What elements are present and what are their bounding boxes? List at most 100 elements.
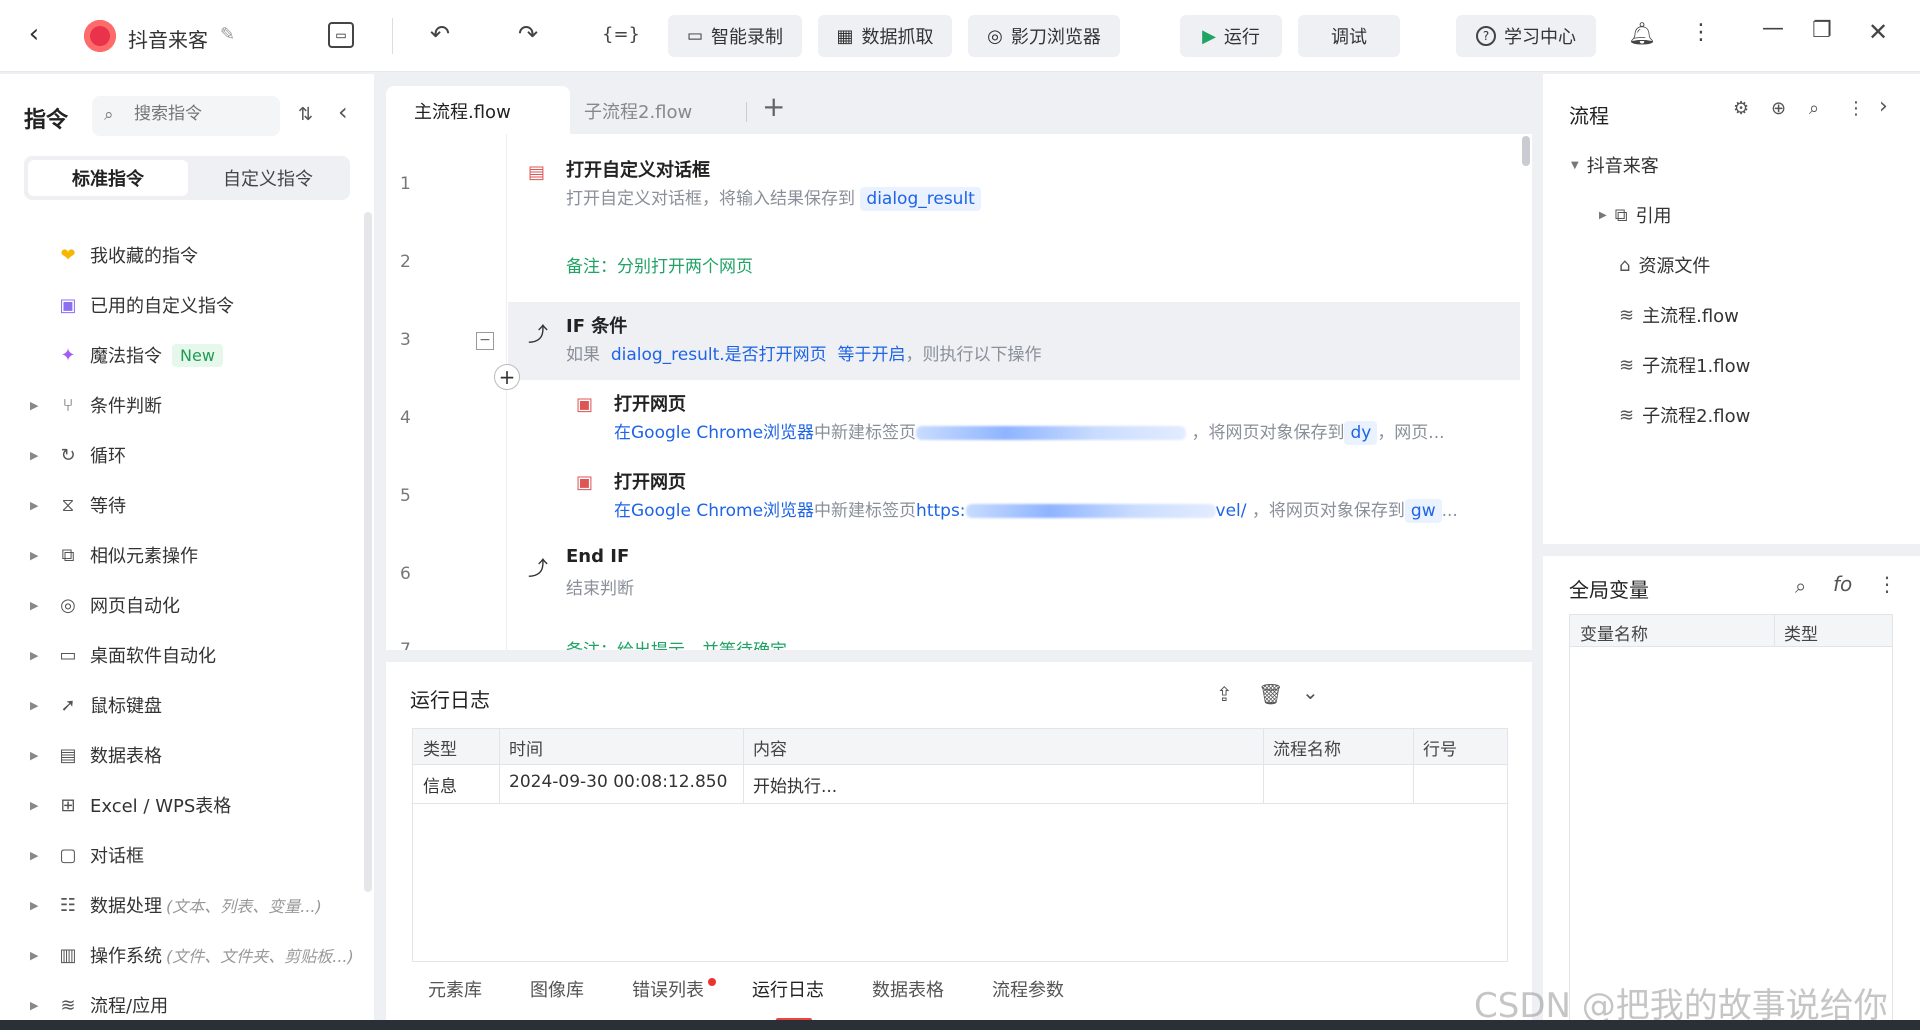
category-label: 等待 [90,496,126,517]
add-module-icon[interactable]: ⊕ [1771,98,1786,119]
search-box[interactable]: ⌕ [92,96,280,136]
monitor-icon: ▭ [59,644,77,666]
browser-button[interactable]: ◎ 影刀浏览器 [968,15,1120,57]
chevron-down-icon[interactable]: ⌄ [1302,680,1319,704]
command-category[interactable]: ▶ ⑂ 条件判断 [30,385,162,425]
record-button[interactable]: ▭ 智能录制 [668,15,802,57]
app-title: 抖音来客 [128,28,208,52]
minimize-icon[interactable]: — [1762,16,1784,41]
tree-item-main-flow[interactable]: ≋ 主流程.flow [1619,302,1739,328]
more-icon[interactable]: ⋮ [1847,98,1865,119]
command-category[interactable]: ▶ ⊞ Excel / WPS表格 [30,785,231,825]
log-row[interactable]: 信息 2024-09-30 00:08:12.850 开始执行... [413,766,1507,804]
search-input[interactable] [134,104,264,124]
back-icon[interactable]: ‹ [22,19,46,49]
command-category[interactable]: ▶ ▭ 桌面软件自动化 [30,635,216,675]
globals-col-divider [1774,615,1775,647]
tab-custom[interactable]: 自定义指令 [190,160,346,196]
collapse-icon[interactable]: ‹ [338,98,348,126]
command-category[interactable]: ▶ ◎ 网页自动化 [30,585,180,625]
add-tab-icon[interactable]: + [762,90,785,123]
trash-icon[interactable]: 🗑︎ [1258,682,1283,706]
command-category[interactable]: ▶ ▤ 数据表格 [30,735,162,775]
close-icon[interactable]: ✕ [1868,18,1888,46]
tab-standard[interactable]: 标准指令 [28,160,188,196]
command-category[interactable]: ▶ ▢ 对话框 [30,835,144,875]
function-icon[interactable]: fo [1833,572,1852,596]
redo-icon[interactable]: ↷ [518,20,538,48]
log-col-header[interactable]: 行号 [1423,735,1457,760]
command-category[interactable]: ▶ ⧖ 等待 [30,485,126,525]
more-icon[interactable]: ⋮ [1877,572,1897,596]
command-category[interactable]: ▶ ≋ 流程/应用 [30,985,168,1025]
bottom-tab[interactable]: 数据表格 [872,976,944,1002]
folder-icon: ⌂ [1619,254,1631,276]
step3-title[interactable]: IF 条件 [566,312,627,338]
command-category[interactable]: ✦ 魔法指令 New [30,335,223,375]
tree-item-subflow1[interactable]: ≋ 子流程1.flow [1619,352,1750,378]
tree-item-references[interactable]: ▶ ⧉ 引用 [1599,202,1672,228]
command-category[interactable]: ▶ ↻ 循环 [30,435,126,475]
step1-title[interactable]: 打开自定义对话框 [566,156,710,182]
step4-desc: 在Google Chrome浏览器中新建标签页 ，将网页对象保存到 dy ，网页..… [614,421,1445,445]
scrape-button[interactable]: ▦ 数据抓取 [818,15,952,57]
cursor-icon: ➚ [60,694,76,716]
command-category[interactable]: ▶ ➚ 鼠标键盘 [30,685,162,725]
var-dialog-result[interactable]: dialog_result [860,187,981,211]
edit-icon[interactable]: ✎ [220,24,235,45]
more-icon[interactable]: ⋮ [1690,20,1712,45]
globals-col-name[interactable]: 变量名称 [1580,620,1648,645]
command-category[interactable]: ▶ ▥ 操作系统 (文件、文件夹、剪贴板...) [30,935,354,975]
run-button[interactable]: ▶ 运行 [1180,15,1282,57]
search-icon[interactable]: ⌕ [1795,574,1806,598]
command-category[interactable]: ▣ 已用的自定义指令 [30,285,234,325]
learn-button[interactable]: ? 学习中心 [1456,15,1596,57]
command-category[interactable]: ❤ 我收藏的指令 [30,235,198,275]
command-category[interactable]: ▶ ⧉ 相似元素操作 [30,535,198,575]
webpage-icon: ▣ [576,394,594,415]
bottom-tab[interactable]: 错误列表 [632,976,704,1002]
step5-title[interactable]: 打开网页 [614,468,686,494]
sort-icon[interactable]: ⇅ [298,104,313,125]
log-col-header[interactable]: 内容 [753,735,787,760]
debug-button[interactable]: 调试 [1298,15,1400,57]
step7-note[interactable]: 备注：给出提示，并等待确定 [566,641,787,650]
tree-item-resources[interactable]: ⌂ 资源文件 [1619,252,1710,278]
log-col-header[interactable]: 时间 [509,735,543,760]
line-number: 3 [400,330,411,350]
step4-title[interactable]: 打开网页 [614,390,686,416]
left-scrollbar[interactable] [364,212,372,892]
step6-desc: 结束判断 [566,579,634,599]
document-icon: ▤ [59,744,77,766]
restore-icon[interactable]: ❐ [1812,18,1832,43]
search-icon[interactable]: ⌕ [1809,98,1819,119]
globals-col-type[interactable]: 类型 [1784,620,1818,645]
variables-icon[interactable]: {=} [602,24,640,45]
bottom-tab[interactable]: 流程参数 [992,976,1064,1002]
bottom-tab[interactable]: 运行日志 [752,976,824,1002]
chevron-right-icon[interactable]: › [1879,94,1888,119]
add-step-icon[interactable]: + [494,364,520,390]
save-icon[interactable]: ▭ [328,22,354,48]
command-category[interactable]: ▶ ☷ 数据处理 (文本、列表、变量...) [30,885,322,925]
bottom-tab[interactable]: 图像库 [530,976,584,1002]
undo-icon[interactable]: ↶ [430,20,450,48]
tab-divider [746,102,747,122]
step2-note[interactable]: 备注：分别打开两个网页 [566,252,753,277]
log-col-header[interactable]: 类型 [423,735,457,760]
step6-title[interactable]: End IF [566,546,629,567]
log-col-header[interactable]: 流程名称 [1273,735,1341,760]
editor-scrollbar[interactable] [1522,136,1530,166]
tab-subflow2[interactable]: 子流程2.flow [584,98,692,124]
export-icon[interactable]: ⇪ [1216,682,1233,706]
collapse-toggle[interactable]: − [476,332,494,350]
add-flow-icon[interactable]: ⚙ [1733,98,1749,119]
bottom-tab[interactable]: 元素库 [428,976,482,1002]
caret-right-icon: ▶ [30,848,39,862]
tree-item-subflow2[interactable]: ≋ 子流程2.flow [1619,402,1750,428]
tree-root[interactable]: ▼ 抖音来客 [1571,152,1659,178]
bell-icon[interactable]: 🔔︎ [1628,22,1656,47]
category-hint: (文件、文件夹、剪贴板...) [166,947,354,966]
tab-main-flow[interactable]: 主流程.flow [386,86,570,136]
help-icon: ? [1476,26,1496,46]
